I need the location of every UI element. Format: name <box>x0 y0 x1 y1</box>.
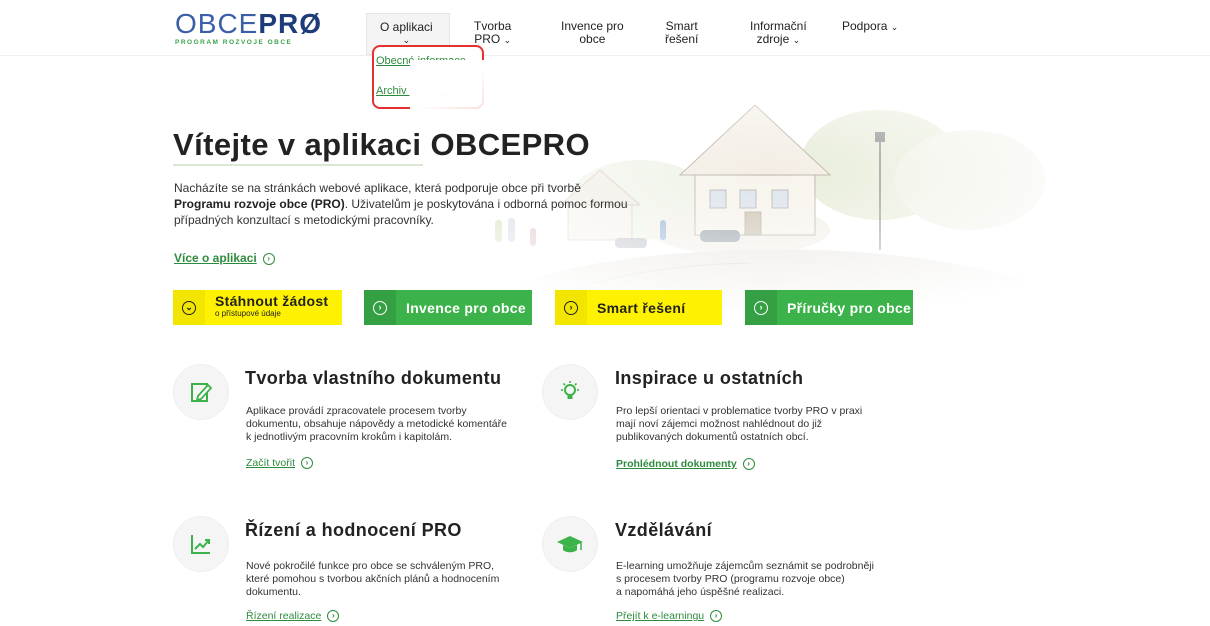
nav-tvorba-pro[interactable]: Tvorba PRO ⌄ <box>474 20 511 47</box>
feature-description: Aplikace provádí zpracovatele procesem t… <box>246 405 507 443</box>
nav-o-aplikaci[interactable]: O aplikaci ⌄ <box>380 21 433 47</box>
logo-wordmark: OBCEPRØ <box>175 8 323 39</box>
download-request-button[interactable]: ⌄ Stáhnout žádost o přístupové údaje <box>173 290 342 325</box>
nav-informacni-zdroje[interactable]: Informační zdroje ⌄ <box>750 20 807 47</box>
nav-smart-reseni[interactable]: Smart řešení <box>665 20 698 46</box>
implementation-management-link[interactable]: Řízení realizace › <box>246 610 340 623</box>
chevron-down-icon: ⌄ <box>890 22 899 32</box>
title-underline <box>173 164 423 166</box>
arrow-right-circle-icon: › <box>564 300 578 315</box>
logo-tagline: PROGRAM ROZVOJE OBCE <box>175 39 293 46</box>
obcepro-logo[interactable]: OBCEPRØ PROGRAM ROZVOJE OBCE <box>175 8 323 47</box>
prirucky-pro-obce-button[interactable]: › Příručky pro obce <box>745 290 913 325</box>
arrow-right-circle-icon: › <box>742 458 755 471</box>
arrow-right-circle-icon: › <box>373 300 387 315</box>
arrow-right-circle-icon: › <box>754 300 768 315</box>
feature-title: Tvorba vlastního dokumentu <box>245 368 502 388</box>
arrow-right-circle-icon: › <box>301 457 314 470</box>
graduation-cap-icon <box>543 517 597 571</box>
chevron-down-icon: ⌄ <box>792 35 801 45</box>
more-about-app-link[interactable]: Více o aplikaci › <box>174 251 275 265</box>
browse-documents-link[interactable]: Prohlédnout dokumenty › <box>616 458 755 471</box>
arrow-right-circle-icon: › <box>710 610 723 623</box>
elearning-link[interactable]: Přejít k e-learningu › <box>616 610 723 623</box>
nav-podpora[interactable]: Podpora ⌄ <box>842 20 898 34</box>
feature-description: E-learning umožňuje zájemcům seznámit se… <box>616 560 874 598</box>
arrow-down-circle-icon: ⌄ <box>182 300 196 315</box>
nav-invence-pro-obce[interactable]: Invence pro obce <box>561 20 624 46</box>
lightbulb-icon <box>543 365 597 419</box>
feature-title: Řízení a hodnocení PRO <box>245 520 462 540</box>
intro-text: Nacházíte se na stránkách webové aplikac… <box>174 181 628 227</box>
feature-title: Vzdělávání <box>615 520 713 540</box>
chart-trend-icon <box>174 517 228 571</box>
start-creating-link[interactable]: Začít tvořit › <box>246 457 314 470</box>
arrow-right-circle-icon: › <box>262 252 275 265</box>
feature-description: Pro lepší orientaci v problematice tvorb… <box>616 405 863 443</box>
invence-pro-obce-button[interactable]: › Invence pro obce <box>364 290 532 325</box>
feature-title: Inspirace u ostatních <box>615 368 804 388</box>
arrow-right-circle-icon: › <box>327 610 340 623</box>
chevron-down-icon: ⌄ <box>503 35 512 45</box>
smart-reseni-button[interactable]: › Smart řešení <box>555 290 722 325</box>
feature-description: Nové pokročilé funkce pro obce se schvál… <box>246 560 500 598</box>
edit-document-icon <box>174 365 228 419</box>
page-title: Vítejte v aplikaci OBCEPRO <box>173 127 590 162</box>
